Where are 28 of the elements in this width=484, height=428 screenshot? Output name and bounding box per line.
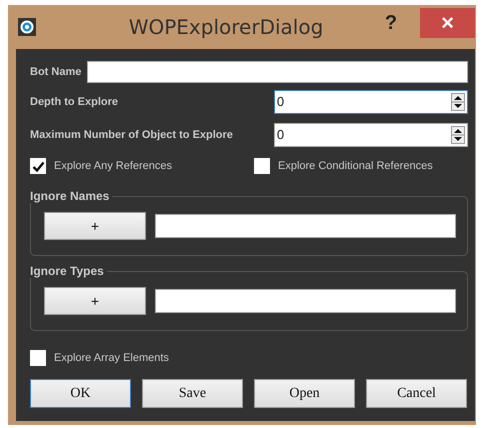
spin-field[interactable]: 0 [274,122,468,146]
dialog-button[interactable]: Open [254,379,355,408]
field-label: Maximum Number of Object to Explore [30,128,234,140]
dialog-button[interactable]: OK [30,379,131,408]
checkbox[interactable] [30,158,46,174]
app-icon [18,18,36,36]
field-label: Depth to Explore [30,96,120,108]
group-title: Ignore Names [30,189,112,203]
window-title: WOPExplorerDialog [128,15,324,39]
spin-field[interactable]: 0 [274,90,468,114]
checkbox[interactable] [254,158,270,174]
field-label: Bot Name [30,66,82,78]
input-field[interactable] [155,289,456,313]
close-button[interactable]: × [420,8,475,38]
checkbox-label: Explore Any References [54,160,172,172]
checkbox-label: Explore Conditional References [278,160,433,172]
spinner-arrows-icon[interactable] [451,92,465,110]
dialog-button[interactable]: Cancel [366,379,467,408]
group-title: Ignore Types [30,264,107,278]
input-field[interactable] [155,214,456,238]
add-button[interactable]: + [44,287,146,315]
spinner-arrows-icon[interactable] [451,126,465,144]
checkbox[interactable] [30,350,46,366]
dialog-button[interactable]: Save [142,379,243,408]
add-button[interactable]: + [44,212,146,240]
input-field[interactable] [87,61,468,83]
help-button[interactable]: ? [376,12,406,34]
checkbox-label: Explore Array Elements [54,352,169,364]
